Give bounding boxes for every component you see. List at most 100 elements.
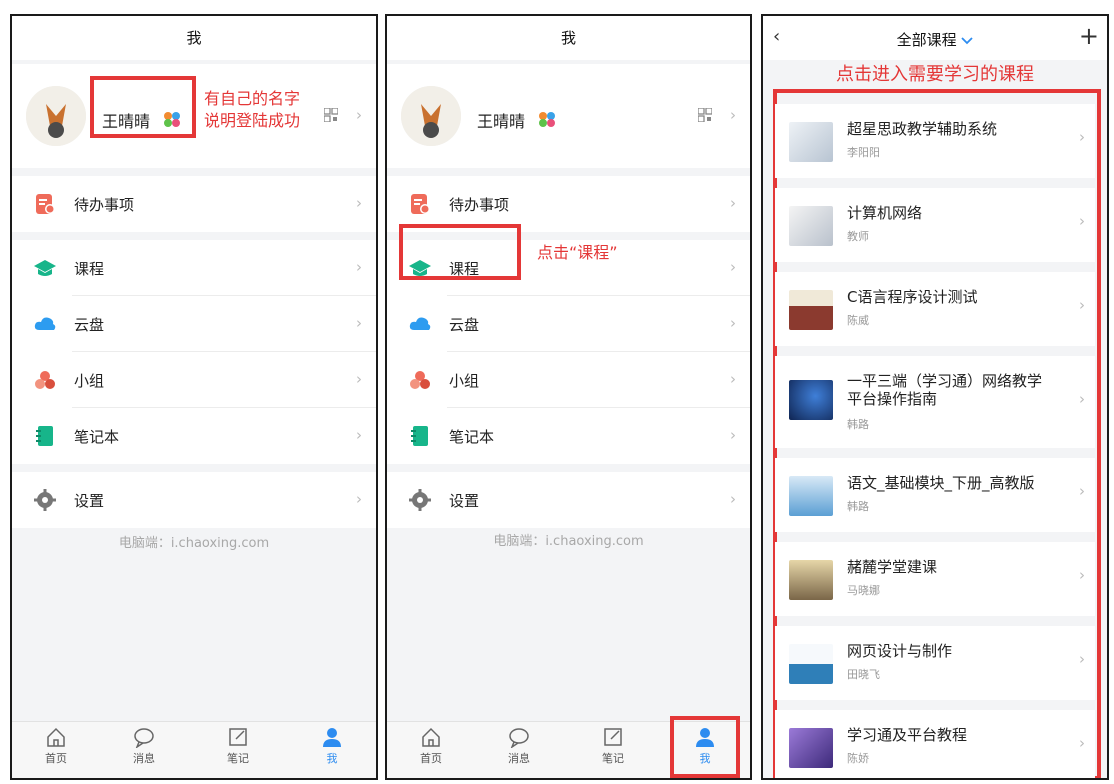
course-name: 语文_基础模块_下册_高教版 xyxy=(847,474,1035,492)
chevron-right-icon: › xyxy=(356,106,362,124)
course-thumbnail xyxy=(789,476,833,516)
course-thumbnail xyxy=(789,122,833,162)
chevron-right-icon: › xyxy=(1079,296,1085,314)
course-icon xyxy=(34,260,56,276)
course-item[interactable]: C语言程序设计测试 陈威 › xyxy=(775,272,1095,346)
cloud-icon xyxy=(34,317,56,330)
message-icon xyxy=(509,728,529,748)
menu-label: 小组 xyxy=(449,372,480,390)
course-item[interactable]: 学习通及平台教程 陈娇 › xyxy=(775,710,1095,778)
tab-me[interactable]: 我 xyxy=(302,726,362,766)
course-name: 计算机网络 xyxy=(847,204,923,222)
tab-home[interactable]: 首页 xyxy=(401,726,461,766)
chevron-right-icon: › xyxy=(1079,650,1085,668)
annotation-enter-course: 点击进入需要学习的课程 xyxy=(836,64,1034,85)
nav-bar: ‹ 全部课程 + xyxy=(763,16,1107,60)
chevron-right-icon: › xyxy=(730,490,736,508)
chevron-right-icon: › xyxy=(730,258,736,276)
menu-item-notebook[interactable]: 笔记本 › xyxy=(387,408,750,464)
menu-item-group[interactable]: 小组 › xyxy=(387,352,750,408)
chevron-right-icon: › xyxy=(730,194,736,212)
screen-me-2: 我 王晴晴 › 待办事项 › 课程 › 云盘 › 小组 › 笔记本 › 设置 ›… xyxy=(385,14,752,780)
course-item[interactable]: 超星思政教学辅助系统 李阳阳 › xyxy=(775,104,1095,178)
course-name: 学习通及平台教程 xyxy=(847,726,968,744)
screen-all-courses: ‹ 全部课程 + 点击进入需要学习的课程 超星思政教学辅助系统 李阳阳 › 计算… xyxy=(761,14,1109,780)
qr-code-icon[interactable] xyxy=(698,108,712,122)
menu-item-course[interactable]: 课程 › xyxy=(12,240,376,296)
course-thumbnail xyxy=(789,290,833,330)
qr-code-icon[interactable] xyxy=(324,108,338,122)
menu-item-group[interactable]: 小组 › xyxy=(12,352,376,408)
menu-item-settings[interactable]: 设置 › xyxy=(387,472,750,528)
chevron-right-icon: › xyxy=(356,490,362,508)
highlight-name-box xyxy=(90,76,196,138)
course-thumbnail xyxy=(789,728,833,768)
tab-notes[interactable]: 笔记 xyxy=(208,726,268,766)
course-thumbnail xyxy=(789,560,833,600)
course-teacher: 马晓娜 xyxy=(847,584,880,597)
chevron-right-icon: › xyxy=(730,370,736,388)
course-teacher: 陈威 xyxy=(847,314,869,327)
chevron-right-icon: › xyxy=(1079,482,1085,500)
menu-label: 云盘 xyxy=(449,316,480,334)
course-teacher: 韩路 xyxy=(847,500,869,513)
course-name: 一平三端（学习通）网络教学 平台操作指南 xyxy=(847,372,1043,408)
gear-icon xyxy=(409,489,431,511)
tab-notes[interactable]: 笔记 xyxy=(583,726,643,766)
course-teacher: 田晓飞 xyxy=(847,668,880,681)
annotation-click-course: 点击“课程” xyxy=(537,243,618,262)
course-item[interactable]: 赭麓学堂建课 马晓娜 › xyxy=(775,542,1095,616)
menu-label: 课程 xyxy=(74,260,105,278)
add-course-button[interactable]: + xyxy=(1079,22,1099,50)
chevron-right-icon: › xyxy=(356,258,362,276)
chevron-right-icon: › xyxy=(356,194,362,212)
course-name: C语言程序设计测试 xyxy=(847,288,978,306)
menu-item-todo[interactable]: 待办事项 › xyxy=(12,176,376,232)
course-item[interactable]: 计算机网络 教师 › xyxy=(775,188,1095,262)
course-thumbnail xyxy=(789,644,833,684)
course-item[interactable]: 网页设计与制作 田晓飞 › xyxy=(775,626,1095,700)
chevron-right-icon: › xyxy=(1079,128,1085,146)
menu-item-notebook[interactable]: 笔记本 › xyxy=(12,408,376,464)
pinwheel-icon xyxy=(539,112,555,127)
chevron-right-icon: › xyxy=(1079,734,1085,752)
tab-home[interactable]: 首页 xyxy=(26,726,86,766)
notebook-icon xyxy=(411,426,428,446)
notebook-icon xyxy=(36,426,53,446)
note-edit-icon xyxy=(229,728,247,746)
course-teacher: 李阳阳 xyxy=(847,146,880,159)
menu-label: 设置 xyxy=(74,492,105,510)
page-title: 我 xyxy=(387,16,750,60)
screen-me-1: 我 王晴晴 › 有自己的名字 说明登陆成功 待办事项 › 课程 › 云盘 › 小… xyxy=(10,14,378,780)
course-thumbnail xyxy=(789,380,833,420)
group-icon xyxy=(410,371,430,389)
chevron-right-icon: › xyxy=(1079,390,1085,408)
tab-bar: 首页 消息 笔记 我 xyxy=(12,721,376,778)
group-icon xyxy=(35,371,55,389)
message-icon xyxy=(134,728,154,748)
page-title[interactable]: 全部课程 xyxy=(763,29,1107,50)
avatar xyxy=(26,86,86,146)
chevron-right-icon: › xyxy=(356,370,362,388)
course-item[interactable]: 一平三端（学习通）网络教学 平台操作指南 韩路 › xyxy=(775,356,1095,448)
menu-label: 待办事项 xyxy=(449,196,510,214)
menu-item-settings[interactable]: 设置 › xyxy=(12,472,376,528)
course-item[interactable]: 语文_基础模块_下册_高教版 韩路 › xyxy=(775,458,1095,532)
chevron-right-icon: › xyxy=(356,314,362,332)
highlight-course-box xyxy=(399,224,521,280)
menu-item-cloud[interactable]: 云盘 › xyxy=(12,296,376,352)
cloud-icon xyxy=(409,317,431,330)
course-name: 超星思政教学辅助系统 xyxy=(847,120,998,138)
tab-messages[interactable]: 消息 xyxy=(114,726,174,766)
course-teacher: 陈娇 xyxy=(847,752,869,765)
course-teacher: 韩路 xyxy=(847,418,869,431)
home-icon xyxy=(47,727,65,747)
chevron-down-icon xyxy=(961,37,974,45)
chevron-right-icon: › xyxy=(1079,212,1085,230)
profile-card[interactable]: 王晴晴 › xyxy=(387,64,750,168)
tab-messages[interactable]: 消息 xyxy=(489,726,549,766)
menu-label: 小组 xyxy=(74,372,105,390)
user-icon xyxy=(323,728,341,747)
menu-item-cloud[interactable]: 云盘 › xyxy=(387,296,750,352)
course-thumbnail xyxy=(789,206,833,246)
